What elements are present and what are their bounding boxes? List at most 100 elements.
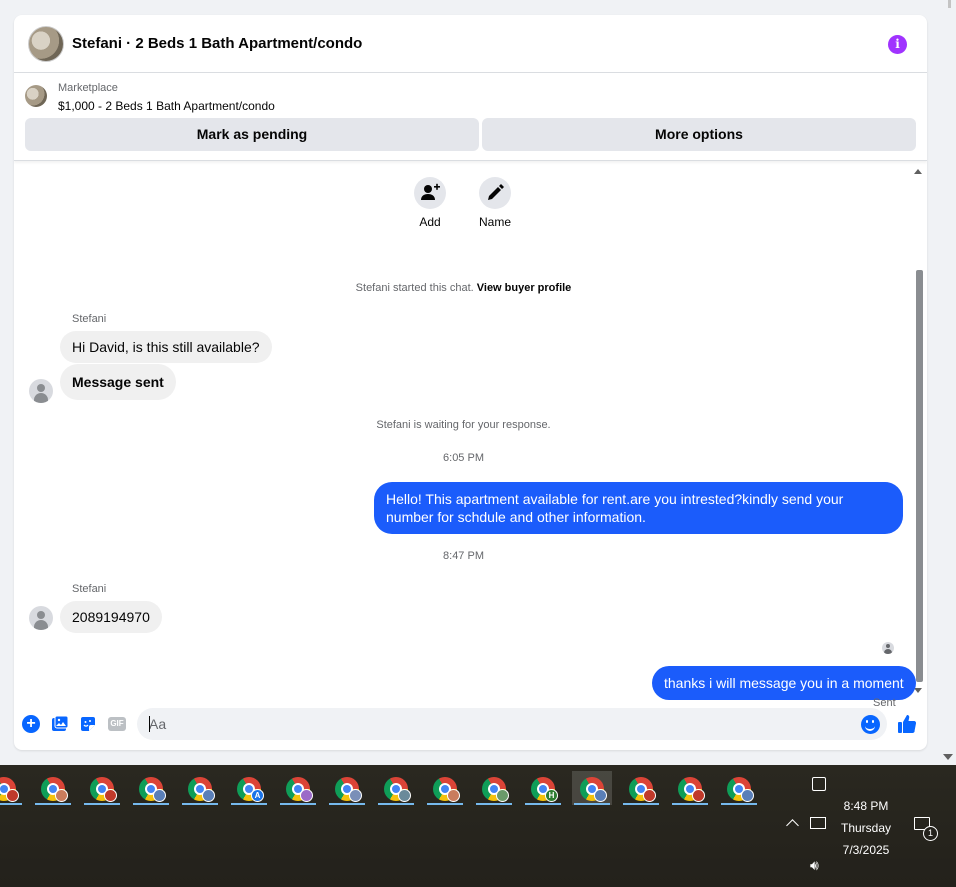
message-scroll-thumb[interactable]: [916, 270, 923, 682]
pencil-icon[interactable]: [479, 177, 511, 209]
taskbar-chrome-app[interactable]: [327, 771, 367, 805]
taskbar-chrome-app[interactable]: [278, 771, 318, 805]
thumbs-up-icon[interactable]: [896, 713, 918, 735]
chat-started-notice: Stefani started this chat. View buyer pr…: [14, 282, 913, 294]
profile-badge: [202, 789, 215, 802]
clock-date: 7/3/2025: [842, 843, 890, 857]
running-indicator: [231, 803, 267, 805]
profile-badge: A: [251, 789, 264, 802]
running-indicator: [84, 803, 120, 805]
message-input[interactable]: [137, 708, 887, 740]
profile-badge: [55, 789, 68, 802]
running-indicator: [623, 803, 659, 805]
listing-panel: Marketplace $1,000 - 2 Beds 1 Bath Apart…: [14, 73, 927, 161]
running-indicator: [280, 803, 316, 805]
timestamp: 6:05 PM: [443, 452, 484, 464]
page-scroll-down-icon[interactable]: [943, 754, 953, 760]
profile-badge: [594, 789, 607, 802]
network-icon[interactable]: [810, 817, 826, 829]
timestamp: 8:47 PM: [443, 550, 484, 562]
page-scrollbar[interactable]: [940, 0, 956, 765]
taskbar-chrome-app[interactable]: A: [229, 771, 269, 805]
outgoing-message[interactable]: thanks i will message you in a moment: [652, 666, 916, 700]
running-indicator: [182, 803, 218, 805]
page-scroll-thumb[interactable]: [948, 0, 951, 8]
sender-avatar[interactable]: [29, 379, 53, 403]
add-label: Add: [419, 215, 441, 229]
taskbar-chrome-app[interactable]: H: [523, 771, 563, 805]
scroll-down-icon[interactable]: [914, 688, 922, 693]
profile-badge: [398, 789, 411, 802]
listing-source: Marketplace: [58, 82, 118, 94]
taskbar-chrome-app[interactable]: [474, 771, 514, 805]
chat-window: Stefani · 2 Beds 1 Bath Apartment/condo …: [14, 15, 927, 750]
listing-title[interactable]: $1,000 - 2 Beds 1 Bath Apartment/condo: [58, 99, 275, 113]
taskbar-chrome-app[interactable]: [425, 771, 465, 805]
profile-badge: [496, 789, 509, 802]
taskbar-chrome-app[interactable]: [33, 771, 73, 805]
more-options-button[interactable]: More options: [482, 118, 916, 151]
text-caret: [149, 716, 150, 732]
sender-name: Stefani: [72, 313, 107, 325]
plus-icon[interactable]: +: [22, 715, 40, 733]
windows-taskbar: A H 🔊︎ 8:48 PM Thursday 7/3/2025 1: [0, 765, 956, 887]
running-indicator: [721, 803, 757, 805]
add-person-icon[interactable]: [414, 177, 446, 209]
running-indicator: [476, 803, 512, 805]
running-indicator: [133, 803, 169, 805]
profile-badge: [300, 789, 313, 802]
listing-thumbnail[interactable]: [25, 85, 47, 107]
message-scrollbar[interactable]: [913, 165, 925, 695]
taskbar-chrome-app[interactable]: [621, 771, 661, 805]
taskbar-chrome-app[interactable]: [0, 771, 24, 805]
message-list: Add Name Stefani started this chat. View…: [14, 161, 927, 709]
taskbar-chrome-app[interactable]: [572, 771, 612, 805]
edit-name-button[interactable]: Name: [465, 177, 525, 229]
incoming-message[interactable]: Hi David, is this still available?: [60, 331, 272, 363]
waiting-notice: Stefani is waiting for your response.: [376, 419, 551, 431]
volume-icon[interactable]: 🔊︎: [810, 857, 819, 874]
seen-avatar: [882, 642, 894, 654]
running-indicator: [0, 803, 22, 805]
profile-badge: [104, 789, 117, 802]
running-indicator: [525, 803, 561, 805]
page-background: Stefani · 2 Beds 1 Bath Apartment/condo …: [0, 0, 956, 765]
meet-now-icon[interactable]: [812, 777, 826, 791]
name-label: Name: [478, 215, 511, 229]
mark-as-pending-button[interactable]: Mark as pending: [25, 118, 479, 151]
taskbar-chrome-app[interactable]: [670, 771, 710, 805]
sender-avatar[interactable]: [29, 606, 53, 630]
message-sent-bubble[interactable]: Message sent: [60, 364, 176, 400]
scroll-up-icon[interactable]: [914, 169, 922, 174]
chat-started-text: Stefani started this chat.: [355, 282, 474, 294]
system-clock[interactable]: 8:48 PM Thursday 7/3/2025: [834, 795, 898, 861]
running-indicator: [427, 803, 463, 805]
add-people-button[interactable]: Add: [400, 177, 460, 229]
chat-header: Stefani · 2 Beds 1 Bath Apartment/condo …: [14, 15, 927, 73]
taskbar-chrome-app[interactable]: [180, 771, 220, 805]
running-indicator: [574, 803, 610, 805]
listing-avatar[interactable]: [28, 26, 64, 62]
photo-icon[interactable]: [51, 715, 69, 733]
info-icon[interactable]: i: [888, 35, 907, 54]
profile-badge: [643, 789, 656, 802]
incoming-message[interactable]: 2089194970: [60, 601, 162, 633]
gif-icon[interactable]: GIF: [108, 717, 126, 731]
profile-badge: [447, 789, 460, 802]
taskbar-chrome-app[interactable]: [131, 771, 171, 805]
profile-badge: [741, 789, 754, 802]
sender-name: Stefani: [72, 583, 107, 595]
taskbar-chrome-app[interactable]: [719, 771, 759, 805]
chat-title[interactable]: Stefani · 2 Beds 1 Bath Apartment/condo: [72, 35, 362, 52]
clock-day: Thursday: [840, 821, 892, 835]
taskbar-chrome-app[interactable]: [376, 771, 416, 805]
emoji-icon[interactable]: [861, 715, 880, 734]
view-buyer-profile-link[interactable]: View buyer profile: [477, 282, 572, 294]
taskbar-chrome-app[interactable]: [82, 771, 122, 805]
sticker-icon[interactable]: [79, 715, 97, 733]
outgoing-message[interactable]: Hello! This apartment available for rent…: [374, 482, 903, 534]
chevron-up-icon[interactable]: [786, 819, 799, 832]
profile-badge: [153, 789, 166, 802]
running-indicator: [35, 803, 71, 805]
profile-badge: [692, 789, 705, 802]
